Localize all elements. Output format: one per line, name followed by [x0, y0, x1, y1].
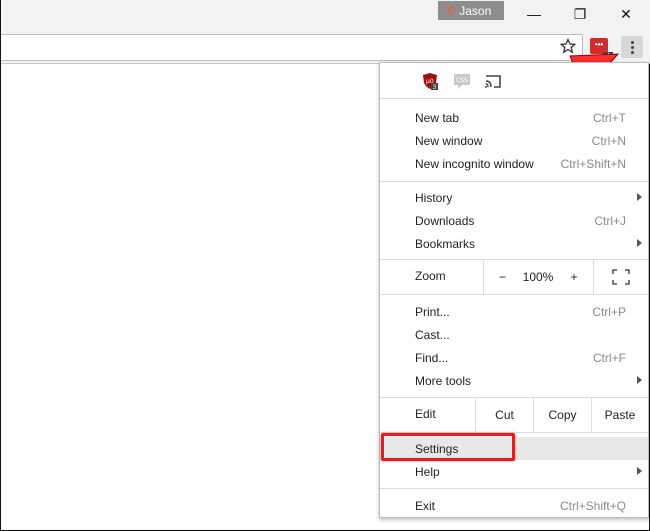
menu-item-shortcut: Ctrl+N — [591, 133, 626, 148]
menu-dot — [630, 40, 634, 44]
menu-item-shortcut: Ctrl+Shift+N — [560, 156, 626, 171]
fullscreen-button[interactable] — [593, 259, 648, 294]
cut-label: Cut — [495, 407, 514, 422]
menu-item-new-incognito-window[interactable]: New incognito window Ctrl+Shift+N — [380, 152, 648, 175]
menu-item-more-tools[interactable]: More tools — [380, 369, 648, 392]
menu-item-label: New incognito window — [415, 156, 534, 171]
zoom-in-button[interactable]: + — [555, 259, 593, 294]
menu-item-label: Find... — [415, 350, 449, 365]
menu-dot — [630, 45, 634, 49]
zoom-row: Zoom − 100% + — [380, 259, 648, 294]
restore-button[interactable]: ❐ — [557, 0, 603, 28]
svg-text:3: 3 — [433, 84, 437, 90]
ublock-icon[interactable]: µ0 3 — [422, 72, 438, 90]
menu-item-label: Help — [415, 464, 440, 479]
menu-item-label: New window — [415, 133, 483, 148]
menu-item-new-window[interactable]: New window Ctrl+N — [380, 129, 648, 152]
menu-item-downloads[interactable]: Downloads Ctrl+J — [380, 209, 648, 232]
menu-item-shortcut: Ctrl+P — [592, 304, 626, 319]
menu-item-shortcut: Ctrl+F — [593, 350, 626, 365]
menu-item-bookmarks[interactable]: Bookmarks — [380, 232, 648, 255]
menu-item-print[interactable]: Print... Ctrl+P — [380, 300, 648, 323]
fullscreen-icon — [612, 268, 630, 285]
menu-separator — [380, 98, 648, 99]
zoom-value: 100% — [522, 269, 554, 284]
paste-label: Paste — [604, 407, 636, 422]
menu-item-help[interactable]: Help — [380, 460, 648, 483]
copy-label: Copy — [548, 407, 577, 422]
edit-row: Edit Cut Copy Paste — [380, 397, 648, 432]
zoom-out-button[interactable]: − — [483, 259, 521, 294]
minimize-icon: — — [527, 6, 541, 22]
settings-highlight-annotation — [381, 433, 515, 461]
minimize-button[interactable]: — — [511, 0, 557, 28]
menu-item-history[interactable]: History — [380, 186, 648, 209]
menu-separator — [380, 181, 648, 182]
menu-item-exit[interactable]: Exit Ctrl+Shift+Q — [380, 494, 648, 517]
profile-button[interactable]: ⟲ Jason — [438, 1, 504, 20]
menu-item-shortcut: Ctrl+J — [594, 213, 626, 228]
submenu-arrow-icon — [637, 239, 642, 247]
menu-item-label: Print... — [415, 304, 450, 319]
paste-button[interactable]: Paste — [591, 397, 648, 432]
close-button[interactable]: ✕ — [603, 0, 649, 28]
zoom-out-icon: − — [498, 269, 506, 284]
menu-item-cast[interactable]: Cast... — [380, 323, 648, 346]
menu-item-label: Cast... — [415, 327, 450, 342]
submenu-arrow-icon — [637, 376, 642, 384]
menu-item-label: History — [415, 190, 453, 205]
profile-name: Jason — [459, 3, 492, 18]
menu-item-label: Bookmarks — [415, 236, 476, 251]
menu-item-label: Downloads — [415, 213, 475, 228]
svg-text:CSS: CSS — [456, 77, 468, 84]
menu-item-label: More tools — [415, 373, 472, 388]
zoom-label: Zoom — [415, 269, 446, 283]
profile-avatar-icon: ⟲ — [446, 5, 455, 17]
menu-item-new-tab[interactable]: New tab Ctrl+T — [380, 106, 648, 129]
submenu-arrow-icon — [637, 467, 642, 475]
close-icon: ✕ — [620, 5, 632, 22]
menu-item-find[interactable]: Find... Ctrl+F — [380, 346, 648, 369]
browser-window: ⟲ Jason — ❐ ✕ ••• 4 — [0, 0, 650, 531]
menu-item-label: Exit — [415, 498, 436, 513]
cut-button[interactable]: Cut — [475, 397, 533, 432]
edit-label: Edit — [415, 407, 436, 421]
menu-item-shortcut: Ctrl+T — [593, 110, 626, 125]
zoom-level: 100% — [521, 259, 555, 294]
cast-icon[interactable] — [484, 72, 502, 90]
menu-item-shortcut: Ctrl+Shift+Q — [559, 498, 626, 513]
zoom-in-icon: + — [570, 269, 578, 284]
submenu-arrow-icon — [637, 193, 642, 201]
menu-extensions-row: µ0 3 CSS — [380, 63, 648, 98]
copy-button[interactable]: Copy — [533, 397, 591, 432]
restore-icon: ❐ — [573, 5, 587, 22]
menu-separator — [380, 294, 648, 295]
menu-separator — [380, 488, 648, 489]
menu-dot — [630, 50, 634, 54]
css-icon[interactable]: CSS — [453, 72, 471, 90]
title-bar: ⟲ Jason — ❐ ✕ — [1, 0, 650, 30]
menu-item-label: New tab — [415, 110, 460, 125]
